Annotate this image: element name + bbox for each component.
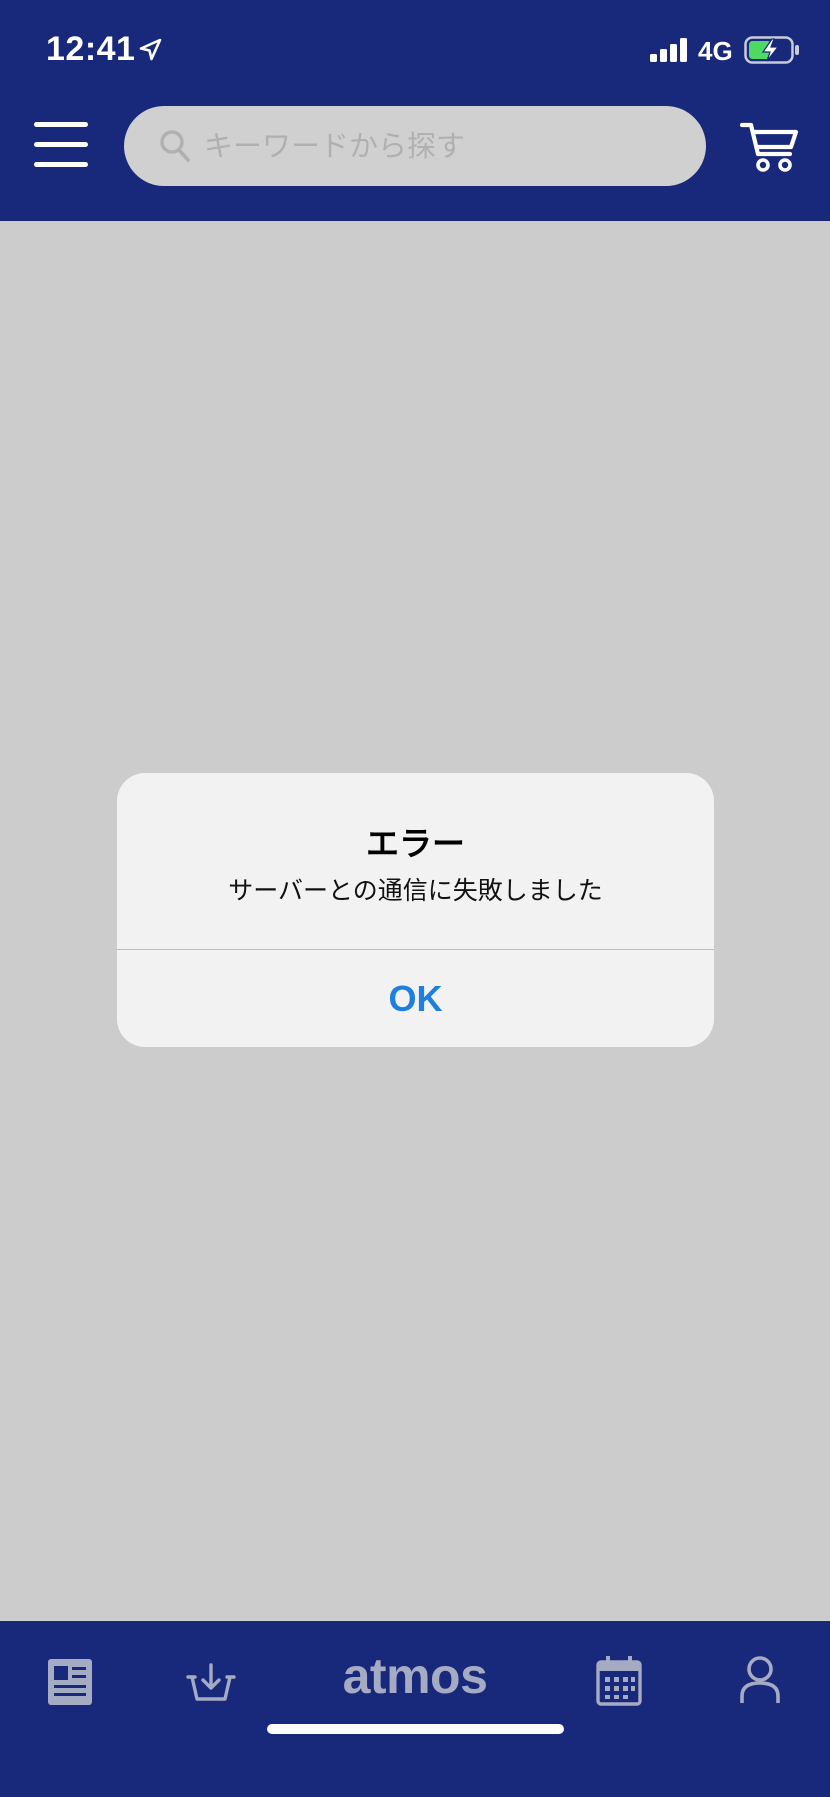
battery-charging-icon <box>744 36 799 64</box>
error-alert-dialog: エラー サーバーとの通信に失敗しました OK <box>117 773 714 1047</box>
alert-title: エラー <box>366 824 465 863</box>
search-icon <box>160 130 190 162</box>
hamburger-menu-icon <box>34 122 88 127</box>
alert-message: サーバーとの通信に失敗しました <box>228 876 603 905</box>
account-icon[interactable] <box>739 1655 781 1705</box>
top-header: 12:41 4G <box>0 0 830 221</box>
status-time: 12:41 <box>46 30 136 68</box>
ok-button[interactable]: OK <box>117 950 714 1047</box>
hamburger-menu-icon <box>34 162 88 167</box>
hamburger-menu-icon <box>34 142 88 147</box>
app-screen: 12:41 4G キーワードから探す エラー サーバーとの通信に失敗しました O… <box>0 0 830 1797</box>
download-basket-icon[interactable] <box>186 1661 236 1705</box>
search-bar[interactable] <box>124 106 706 186</box>
signal-bars-icon <box>650 38 687 62</box>
calendar-icon[interactable] <box>596 1655 642 1707</box>
search-input[interactable] <box>204 122 684 170</box>
home-indicator[interactable] <box>267 1724 564 1734</box>
menu-button[interactable] <box>34 122 90 168</box>
network-label: 4G <box>698 36 733 66</box>
news-icon[interactable] <box>46 1657 94 1707</box>
location-arrow-icon <box>139 38 162 61</box>
atmos-logo[interactable]: atmos <box>320 1647 510 1707</box>
shopping-cart-icon[interactable] <box>740 120 800 174</box>
status-bar: 12:41 4G <box>0 0 830 100</box>
bottom-tab-bar: atmos <box>0 1621 830 1797</box>
